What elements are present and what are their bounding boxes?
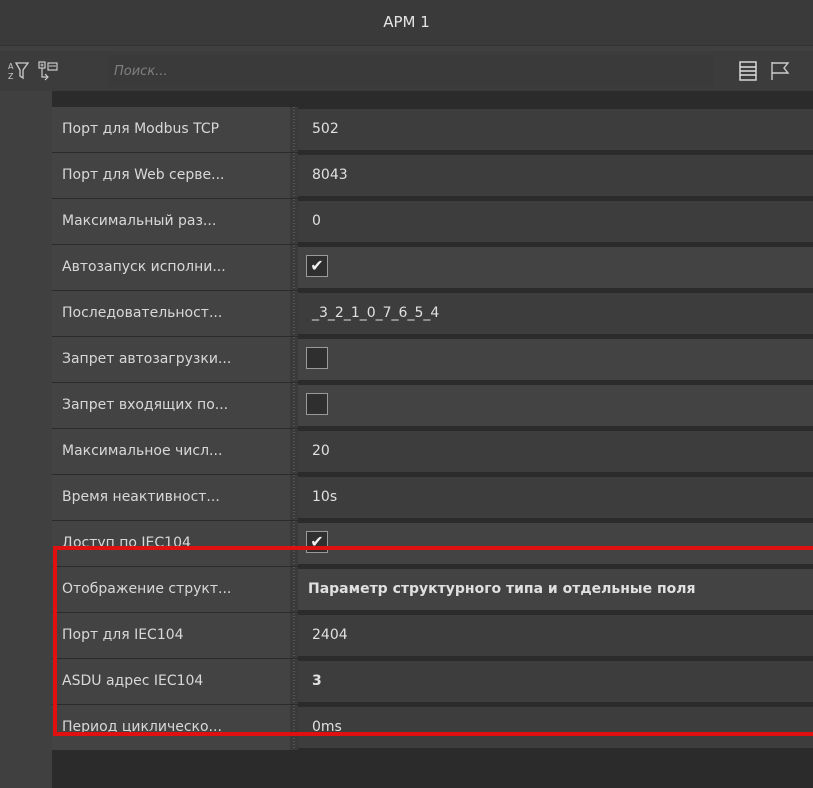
column-splitter[interactable] — [290, 521, 298, 566]
sort-az-filter-icon[interactable]: AZ — [6, 59, 30, 83]
property-checkbox-cell[interactable]: ✔ — [298, 523, 813, 564]
property-value[interactable]: 0 — [298, 201, 813, 242]
checkbox-checked[interactable]: ✔ — [306, 531, 328, 553]
property-value[interactable]: 8043 — [298, 155, 813, 196]
property-value[interactable]: Параметр структурного типа и отдельные п… — [298, 569, 813, 610]
property-row[interactable]: Доступ по IEC104 ✔ — [52, 521, 813, 566]
property-label: Период циклическо... — [52, 705, 290, 750]
toolbar: AZ — [0, 51, 813, 91]
property-value[interactable]: 3 — [298, 661, 813, 702]
column-splitter[interactable] — [290, 659, 298, 704]
column-splitter[interactable] — [290, 199, 298, 244]
property-value[interactable]: 10s — [298, 477, 813, 518]
property-row[interactable]: Отображение структ... Параметр структурно… — [52, 567, 813, 612]
property-label: Запрет входящих по... — [52, 383, 290, 428]
property-row[interactable]: Период циклическо... 0ms — [52, 705, 813, 750]
property-row[interactable]: Последовательност... _3_2_1_0_7_6_5_4 — [52, 291, 813, 336]
property-row[interactable]: Порт для Modbus TCP 502 — [52, 107, 813, 152]
svg-text:A: A — [8, 62, 14, 71]
property-row[interactable]: Время неактивност... 10s — [52, 475, 813, 520]
property-label: ASDU адрес IEC104 — [52, 659, 290, 704]
column-splitter[interactable] — [290, 475, 298, 520]
column-splitter[interactable] — [290, 153, 298, 198]
list-view-icon[interactable] — [736, 59, 760, 83]
property-row[interactable]: Порт для IEC104 2404 — [52, 613, 813, 658]
column-splitter[interactable] — [290, 337, 298, 382]
property-label: Автозапуск исполни... — [52, 245, 290, 290]
checkbox-unchecked[interactable] — [306, 393, 328, 415]
property-row[interactable]: ASDU адрес IEC104 3 — [52, 659, 813, 704]
property-checkbox-cell[interactable]: ✔ — [298, 247, 813, 288]
column-splitter[interactable] — [290, 107, 298, 152]
property-label: Максимальный раз... — [52, 199, 290, 244]
column-splitter[interactable] — [290, 291, 298, 336]
checkbox-checked[interactable]: ✔ — [306, 255, 328, 277]
property-checkbox-cell[interactable] — [298, 339, 813, 380]
property-row[interactable]: Автозапуск исполни... ✔ — [52, 245, 813, 290]
property-label: Максимальное числ... — [52, 429, 290, 474]
property-row[interactable]: Запрет автозагрузки... — [52, 337, 813, 382]
grid-left-margin — [0, 91, 52, 788]
property-label: Порт для Modbus TCP — [52, 107, 290, 152]
window-title: АРМ 1 — [0, 0, 813, 46]
property-label: Порт для IEC104 — [52, 613, 290, 658]
property-label: Последовательност... — [52, 291, 290, 336]
property-row[interactable]: Максимальный раз... 0 — [52, 199, 813, 244]
column-splitter[interactable] — [290, 383, 298, 428]
column-splitter[interactable] — [290, 705, 298, 750]
property-row[interactable]: Максимальное числ... 20 — [52, 429, 813, 474]
property-value[interactable]: 20 — [298, 431, 813, 472]
search-input[interactable] — [108, 55, 713, 87]
property-value[interactable]: 502 — [298, 109, 813, 150]
column-splitter[interactable] — [290, 567, 298, 612]
column-splitter[interactable] — [290, 429, 298, 474]
property-row[interactable]: Запрет входящих по... — [52, 383, 813, 428]
property-checkbox-cell[interactable] — [298, 385, 813, 426]
property-label: Порт для Web серве... — [52, 153, 290, 198]
property-label: Доступ по IEC104 — [52, 521, 290, 566]
property-value[interactable]: _3_2_1_0_7_6_5_4 — [298, 293, 813, 334]
property-label: Отображение структ... — [52, 567, 290, 612]
flag-icon[interactable] — [768, 59, 792, 83]
column-splitter[interactable] — [290, 613, 298, 658]
checkbox-unchecked[interactable] — [306, 347, 328, 369]
column-splitter[interactable] — [290, 245, 298, 290]
property-value[interactable]: 2404 — [298, 615, 813, 656]
property-label: Запрет автозагрузки... — [52, 337, 290, 382]
tree-expand-icon[interactable] — [36, 59, 60, 83]
svg-text:Z: Z — [8, 72, 14, 81]
property-label: Время неактивност... — [52, 475, 290, 520]
property-value[interactable]: 0ms — [298, 707, 813, 748]
property-row[interactable]: Порт для Web серве... 8043 — [52, 153, 813, 198]
